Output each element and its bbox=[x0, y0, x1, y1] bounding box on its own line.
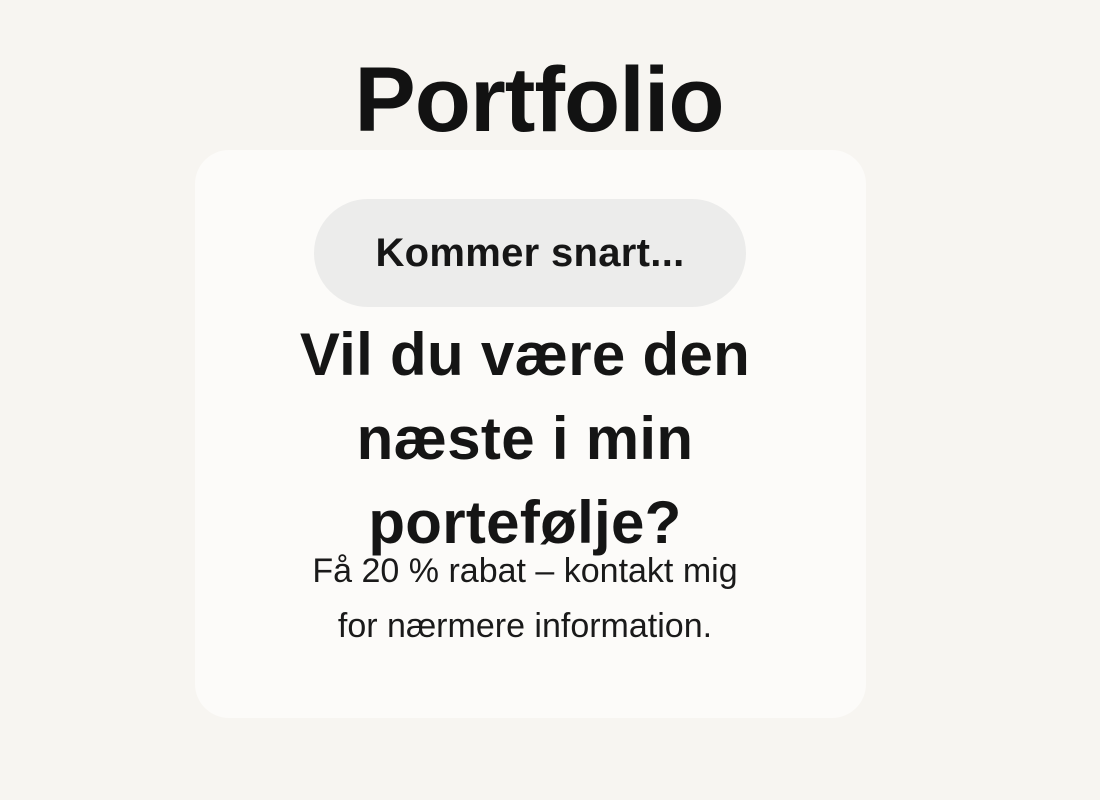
page-title: Portfolio bbox=[354, 49, 724, 151]
portfolio-page: Portfolio Kommer snart... Vil du være de… bbox=[0, 0, 1100, 800]
body-line-1: Få 20 % rabat – kontakt mig bbox=[312, 552, 738, 590]
card-headline: Vil du være den næste i min portefølje? bbox=[299, 321, 751, 556]
card-body-text: Få 20 % rabat – kontakt mig for nærmere … bbox=[235, 544, 815, 654]
body-line-2: for nærmere information. bbox=[337, 607, 713, 646]
coming-soon-card: Kommer snart... Vil du være den næste i … bbox=[195, 150, 866, 718]
coming-soon-badge: Kommer snart... bbox=[314, 199, 746, 307]
